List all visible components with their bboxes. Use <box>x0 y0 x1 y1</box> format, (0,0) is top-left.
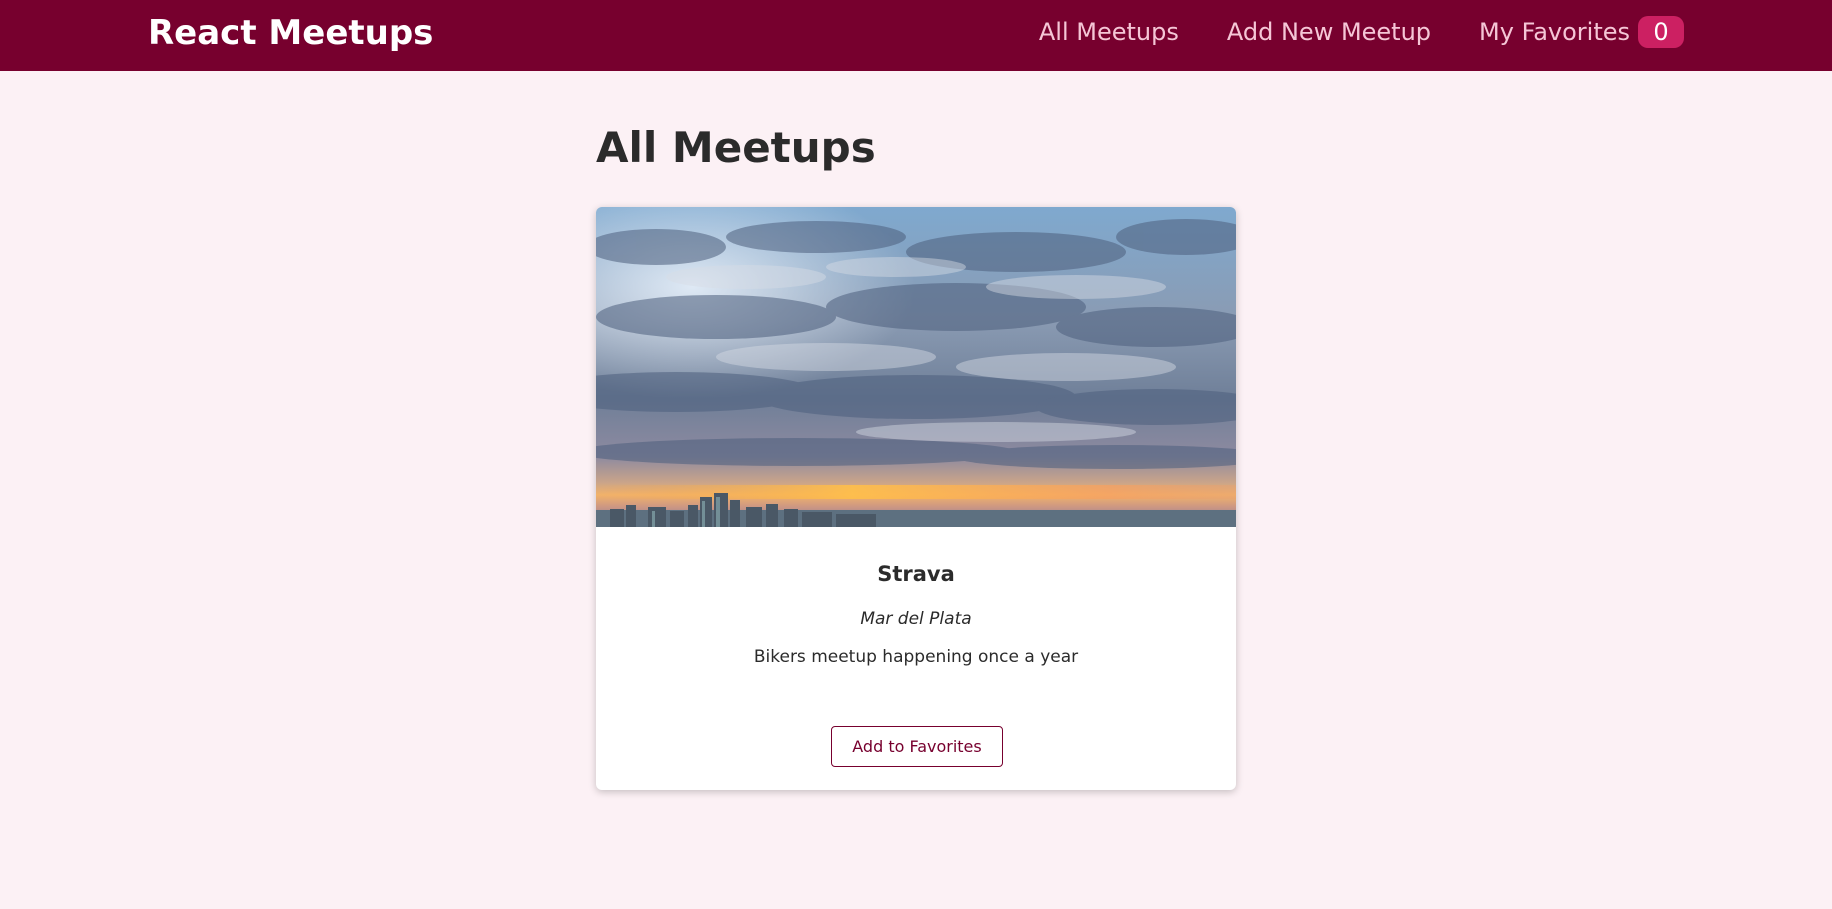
nav-my-favorites[interactable]: My Favorites 0 <box>1479 16 1684 48</box>
meetup-image <box>596 207 1236 527</box>
meetup-title: Strava <box>877 562 955 586</box>
nav-add-new-meetup[interactable]: Add New Meetup <box>1227 18 1431 46</box>
meetup-card: Strava Mar del Plata Bikers meetup happe… <box>596 207 1236 790</box>
favorites-count-badge: 0 <box>1638 16 1684 48</box>
nav-my-favorites-label: My Favorites <box>1479 18 1630 46</box>
main-header: React Meetups All Meetups Add New Meetup… <box>0 0 1832 71</box>
meetup-description: Bikers meetup happening once a year <box>753 647 1079 667</box>
page-title: All Meetups <box>596 123 876 172</box>
app-logo: React Meetups <box>148 13 434 53</box>
add-to-favorites-button[interactable]: Add to Favorites <box>831 726 1003 767</box>
main-nav: All Meetups Add New Meetup My Favorites … <box>991 14 1684 50</box>
nav-all-meetups[interactable]: All Meetups <box>1039 18 1179 46</box>
meetup-address: Mar del Plata <box>860 609 972 629</box>
